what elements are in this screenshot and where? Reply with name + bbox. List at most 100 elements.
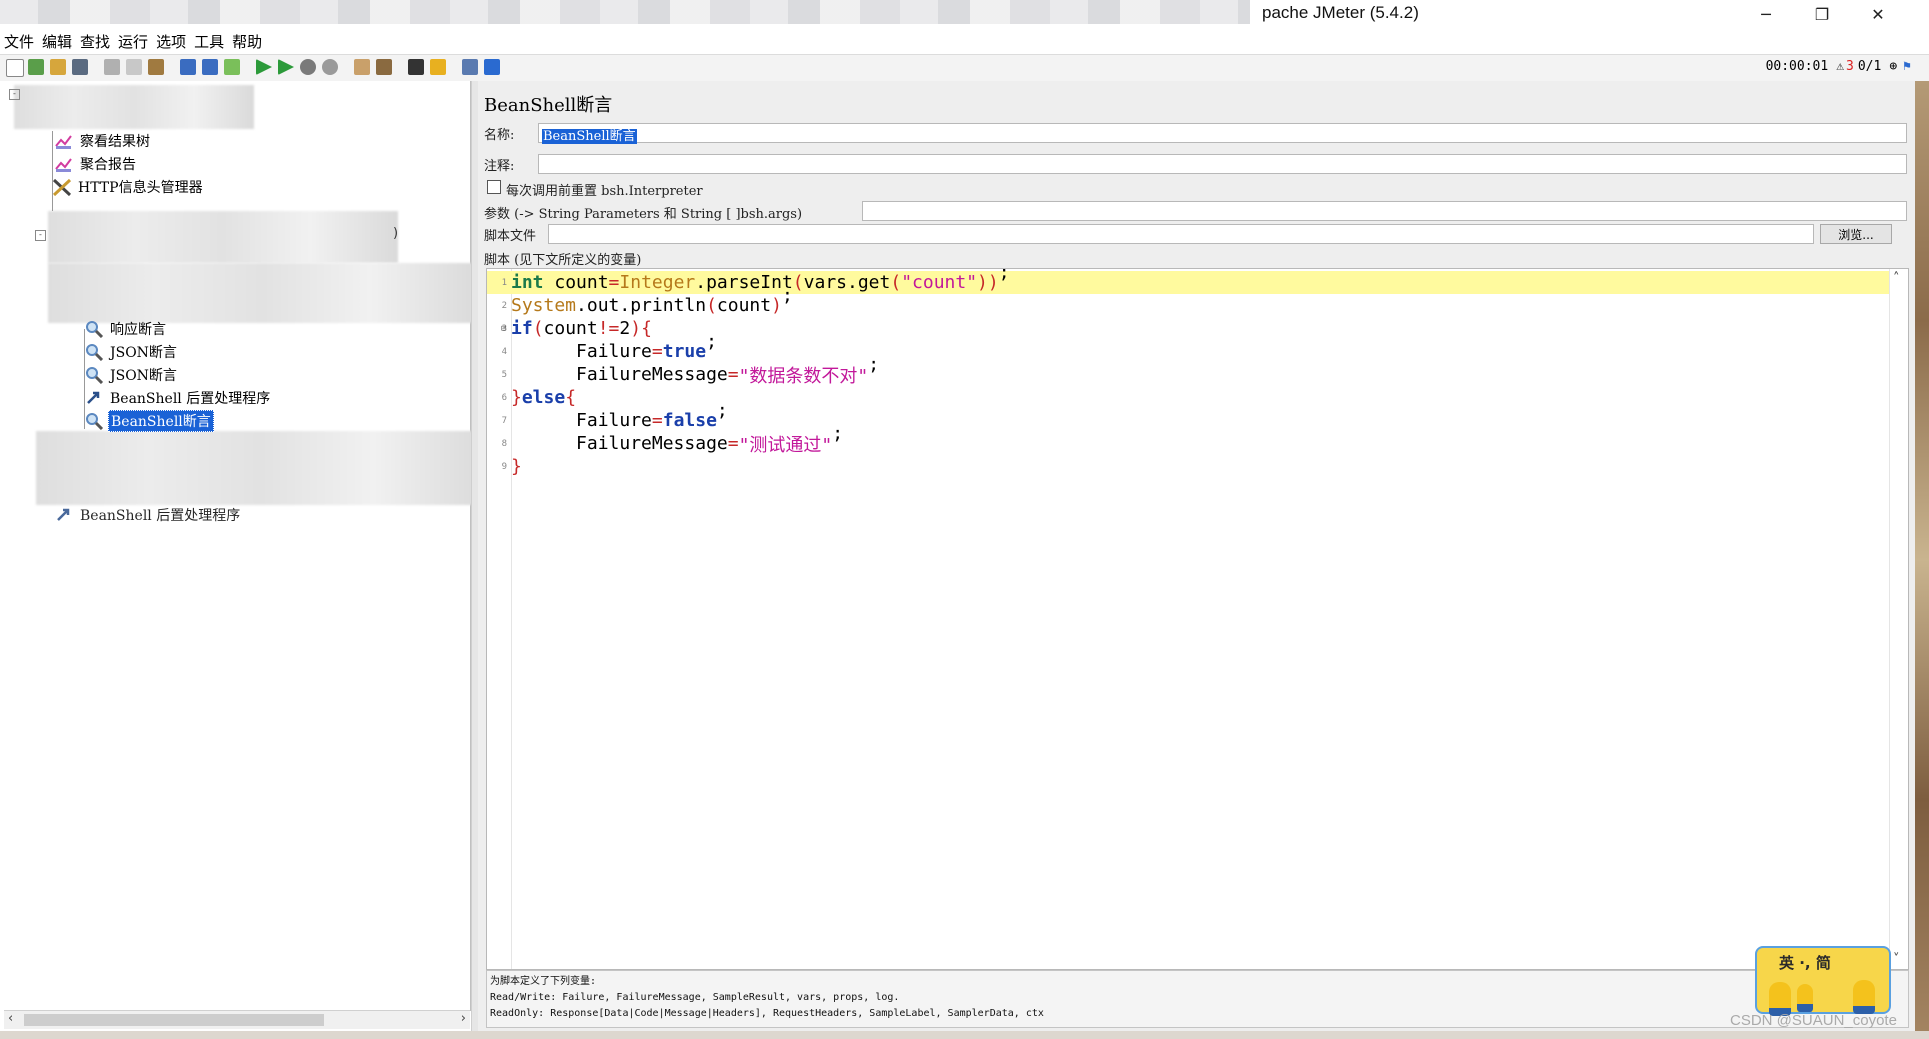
tree-item-view-results-tree[interactable]: 察看结果树 xyxy=(54,131,152,151)
start-no-pause-icon[interactable] xyxy=(278,59,294,75)
blurred-tree-nodes xyxy=(14,85,254,129)
tree-item-json-assertion-1[interactable]: JSON断言 xyxy=(84,342,179,362)
new-icon[interactable] xyxy=(6,59,24,77)
collapse-toggle[interactable]: - xyxy=(9,89,20,100)
reset-search-icon[interactable] xyxy=(430,59,446,75)
menu-run[interactable]: 运行 xyxy=(118,31,148,52)
name-field[interactable]: BeanShell断言 xyxy=(538,123,1907,144)
shutdown-icon[interactable] xyxy=(322,59,338,75)
active-threads: 0/1 xyxy=(1857,59,1882,74)
code-line-7[interactable]: 7 Failure = false; xyxy=(487,400,1889,432)
code-line-4[interactable]: 4 Failure = true; xyxy=(487,331,1889,363)
script-code-editor[interactable]: 1 int count = Integer .parseInt(vars.get("co… xyxy=(486,268,1909,970)
tree-horizontal-scrollbar[interactable]: ‹ › xyxy=(4,1010,470,1029)
code-line-5[interactable]: 5 FailureMessage = "数据条数不对"; xyxy=(487,354,1889,387)
reset-interpreter-checkbox[interactable] xyxy=(487,180,501,194)
scroll-up-icon[interactable]: ˄ xyxy=(1893,271,1900,286)
menu-bar: 文件 编辑 查找 运行 选项 工具 帮助 xyxy=(0,28,1929,54)
fold-toggle-icon[interactable]: ⊟ xyxy=(501,324,506,334)
header-manager-icon xyxy=(52,178,72,197)
menu-edit[interactable]: 编辑 xyxy=(42,31,72,52)
help-icon[interactable] xyxy=(484,59,500,75)
stop-icon[interactable] xyxy=(300,59,316,75)
minion-icon xyxy=(1769,982,1791,1016)
search-icon[interactable] xyxy=(408,59,424,75)
help-read-write: Read/Write: Failure, FailureMessage, Sam… xyxy=(490,992,900,1003)
save-icon[interactable] xyxy=(72,59,88,75)
code-line-6[interactable]: 6} else{ xyxy=(487,386,1889,409)
tree-item-aggregate-report[interactable]: 聚合报告 xyxy=(54,154,138,174)
toolbar: 00:00:01 ⚠ 3 0/1 ⊕ ⚑ xyxy=(0,54,1929,82)
warning-count[interactable]: 3 xyxy=(1846,59,1854,74)
name-field-value: BeanShell断言 xyxy=(542,129,637,144)
remote-icon[interactable]: ⊕ xyxy=(1889,59,1897,74)
test-plan-tree: ) - - 察看结果树 聚合报告 HTTP信息头管理器 响应断言 JSON断言 … xyxy=(0,81,486,1011)
tree-item-beanshell-assertion[interactable]: BeanShell断言 xyxy=(84,410,214,432)
desktop-background-edge xyxy=(1915,81,1929,1039)
menu-help[interactable]: 帮助 xyxy=(232,31,262,52)
browse-button[interactable]: 浏览... xyxy=(1820,224,1892,244)
clear-icon[interactable] xyxy=(354,59,370,75)
minimize-button[interactable]: ─ xyxy=(1738,0,1794,28)
tree-item-beanshell-postprocessor[interactable]: BeanShell 后置处理程序 xyxy=(84,388,272,408)
menu-options[interactable]: 选项 xyxy=(156,31,186,52)
panel-title: BeanShell断言 xyxy=(484,95,613,116)
assertion-icon xyxy=(84,320,104,339)
elapsed-timer: 00:00:01 xyxy=(1765,59,1829,74)
toggle-icon[interactable] xyxy=(224,59,240,75)
warning-icon[interactable]: ⚠ xyxy=(1836,59,1844,74)
title-bar: pache JMeter (5.4.2) ─ ❐ ✕ xyxy=(0,0,1929,28)
script-file-label: 脚本文件 xyxy=(484,229,537,244)
blurred-tree-nodes xyxy=(36,431,486,505)
magnifier-icon xyxy=(84,412,104,431)
collapse-toggle[interactable]: - xyxy=(35,230,46,241)
code-line-9[interactable]: 9} xyxy=(487,455,1889,478)
script-file-field[interactable] xyxy=(548,224,1814,244)
scroll-down-icon[interactable]: ˅ xyxy=(1893,952,1900,967)
open-icon[interactable] xyxy=(50,59,66,75)
tree-item-json-assertion-2[interactable]: JSON断言 xyxy=(84,365,179,385)
toolbar-status: 00:00:01 ⚠ 3 0/1 ⊕ ⚑ xyxy=(1766,59,1911,74)
collapse-icon[interactable] xyxy=(202,59,218,75)
minion-icon xyxy=(1853,980,1875,1014)
blurred-title-region xyxy=(0,0,1250,24)
code-line-8[interactable]: 8 FailureMessage = "测试通过"; xyxy=(487,423,1889,456)
aggregate-report-icon xyxy=(54,155,74,173)
code-line-3[interactable]: 3 if(count != 2){ ⊟ xyxy=(487,317,1889,340)
code-line-2[interactable]: 2 System .out.println(count); xyxy=(487,285,1889,317)
menu-file[interactable]: 文件 xyxy=(4,31,34,52)
reset-interpreter-label: 每次调用前重置 bsh.Interpreter xyxy=(506,184,703,199)
tree-item-beanshell-postprocessor-2[interactable]: BeanShell 后置处理程序 xyxy=(54,505,242,525)
log-icon[interactable]: ⚑ xyxy=(1903,59,1911,74)
parameters-field[interactable] xyxy=(862,201,1907,221)
function-helper-icon[interactable] xyxy=(462,59,478,75)
blurred-tree-nodes xyxy=(48,211,398,263)
help-read-only: ReadOnly: Response[Data|Code|Message|Hea… xyxy=(490,1008,1044,1019)
start-icon[interactable] xyxy=(256,59,272,75)
paste-icon[interactable] xyxy=(148,59,164,75)
ime-status-badge[interactable]: 英 ·, 简 xyxy=(1755,946,1891,1016)
cut-icon[interactable] xyxy=(104,59,120,75)
watermark: CSDN @SUAUN_coyote xyxy=(1730,1012,1897,1029)
scroll-right-icon[interactable]: › xyxy=(461,1011,466,1026)
expand-icon[interactable] xyxy=(180,59,196,75)
bottom-edge xyxy=(0,1031,1929,1039)
magnifier-icon xyxy=(84,366,104,385)
scrollbar-thumb[interactable] xyxy=(24,1014,324,1026)
menu-tools[interactable]: 工具 xyxy=(194,31,224,52)
tree-item-http-header-manager[interactable]: HTTP信息头管理器 xyxy=(52,177,205,197)
clear-all-icon[interactable] xyxy=(376,59,392,75)
comment-field[interactable] xyxy=(538,154,1907,174)
menu-search[interactable]: 查找 xyxy=(80,31,110,52)
code-line-1[interactable]: 1 int count = Integer .parseInt(vars.get("co… xyxy=(487,269,1889,294)
close-button[interactable]: ✕ xyxy=(1850,0,1906,28)
comment-label: 注释: xyxy=(484,159,515,174)
templates-icon[interactable] xyxy=(28,59,44,75)
tree-item-response-assertion[interactable]: 响应断言 xyxy=(84,319,168,339)
editor-vertical-scrollbar[interactable]: ˄ ˅ xyxy=(1889,269,1908,969)
partial-node-text: ) xyxy=(393,226,399,241)
scroll-left-icon[interactable]: ‹ xyxy=(8,1011,13,1026)
copy-icon[interactable] xyxy=(126,59,142,75)
variables-help-panel: 为脚本定义了下列变量: Read/Write: Failure, Failure… xyxy=(486,970,1909,1028)
restore-button[interactable]: ❐ xyxy=(1794,0,1850,28)
